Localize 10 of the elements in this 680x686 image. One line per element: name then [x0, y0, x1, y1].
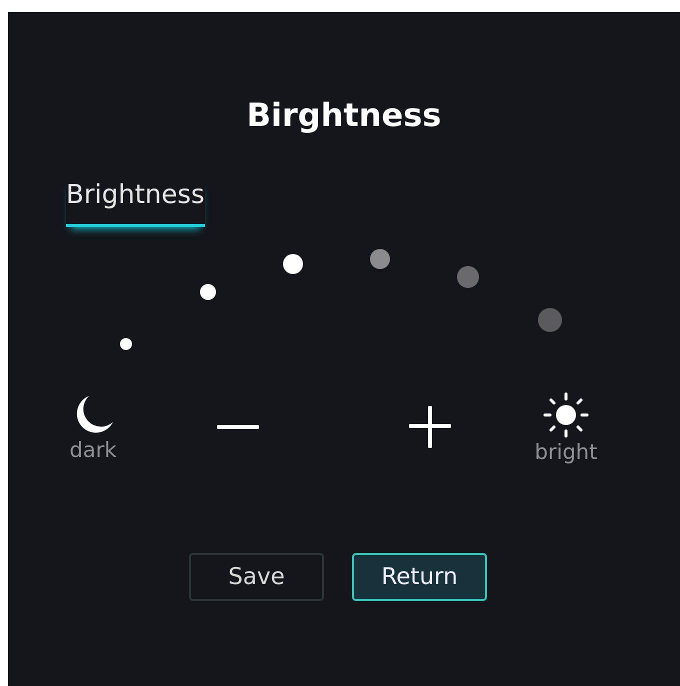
screen-title: Birghtness [246, 95, 442, 136]
minus-icon [217, 425, 259, 429]
action-button[interactable]: Return [352, 553, 487, 601]
action-button[interactable]: Save [189, 553, 324, 601]
increase-button[interactable] [409, 406, 451, 448]
dark-label: dark [70, 438, 116, 462]
sun-icon [543, 392, 589, 438]
tab[interactable]: Brightness [66, 178, 204, 227]
bright-label: bright [534, 440, 598, 464]
plus-icon [409, 406, 451, 448]
